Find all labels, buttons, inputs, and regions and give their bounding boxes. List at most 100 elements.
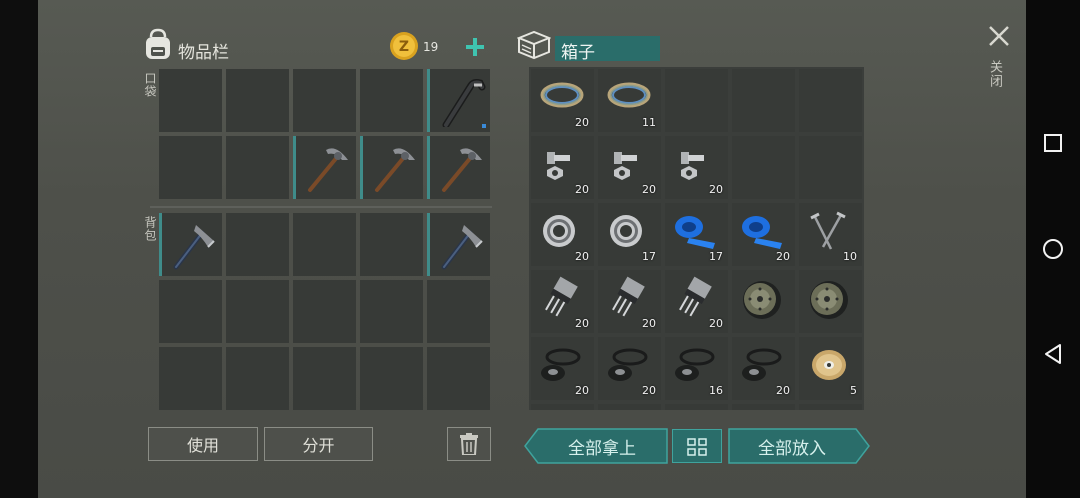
box-slot-bolts[interactable]: 20	[665, 136, 728, 199]
take-all-button[interactable]: 全部拿上	[538, 429, 666, 463]
box-slot-bearing[interactable]: 17	[598, 203, 661, 266]
pickaxe-icon	[442, 148, 482, 192]
pocket-slot[interactable]	[293, 69, 356, 132]
box-slot-transistor[interactable]: 20	[665, 270, 728, 333]
item-count: 20	[575, 183, 589, 196]
item-count: 20	[642, 183, 656, 196]
item-count: 20	[709, 317, 723, 330]
rubber-seal-icon	[742, 348, 782, 381]
pocket-slot[interactable]	[159, 69, 222, 132]
item-count: 20	[642, 384, 656, 397]
pocket-slot[interactable]	[159, 136, 222, 199]
box-slot-seals[interactable]: 20	[732, 337, 795, 400]
backpack-slot[interactable]	[226, 347, 289, 410]
item-count: 20	[709, 183, 723, 196]
backpack-slot[interactable]	[159, 280, 222, 343]
box-slot[interactable]	[799, 404, 862, 410]
backpack-slot[interactable]	[427, 280, 490, 343]
box-slot-transistor[interactable]: 20	[531, 270, 594, 333]
item-count: 5	[850, 384, 857, 397]
use-button[interactable]: 使用	[148, 427, 258, 461]
backpack-slot[interactable]	[226, 213, 289, 276]
home-icon[interactable]	[1042, 238, 1064, 260]
box-slot[interactable]	[665, 69, 728, 132]
trash-icon	[460, 433, 478, 455]
backpack-slot[interactable]	[293, 280, 356, 343]
pocket-slot-pickaxe[interactable]	[293, 136, 356, 199]
split-button[interactable]: 分开	[264, 427, 373, 461]
pocket-slot[interactable]	[360, 69, 423, 132]
box-slot-motor[interactable]	[732, 270, 795, 333]
backpack-slot[interactable]	[360, 347, 423, 410]
box-slot-wire[interactable]: 11	[598, 69, 661, 132]
axe-icon	[173, 225, 215, 270]
box-slot-motor[interactable]	[799, 270, 862, 333]
box-grid: 20 11 20 20 20 20 17 17 20 10 20 20 20 2…	[529, 67, 864, 410]
backpack-slot[interactable]	[427, 347, 490, 410]
box-slot-transistor[interactable]: 20	[598, 270, 661, 333]
backpack-label: 背包	[143, 216, 157, 242]
box-slot-tape[interactable]: 20	[732, 203, 795, 266]
box-slot-seals[interactable]: 16	[665, 337, 728, 400]
backpack-slot[interactable]	[360, 213, 423, 276]
rubber-seal-icon	[608, 348, 648, 381]
box-slot[interactable]	[665, 404, 728, 410]
backpack-slot[interactable]	[293, 347, 356, 410]
box-slot[interactable]	[598, 404, 661, 410]
pocket-slot[interactable]	[226, 136, 289, 199]
backpack-slot[interactable]	[293, 213, 356, 276]
item-count: 17	[709, 250, 723, 263]
item-count: 11	[642, 116, 656, 129]
wire-coil-icon	[607, 82, 651, 108]
backpack-slot[interactable]	[159, 347, 222, 410]
wire-spool-icon	[812, 350, 846, 380]
box-slot-tape[interactable]: 17	[665, 203, 728, 266]
box-slot-seals[interactable]: 20	[598, 337, 661, 400]
plus-icon[interactable]	[466, 38, 484, 56]
pocket-slot-pickaxe[interactable]	[360, 136, 423, 199]
item-count: 20	[776, 384, 790, 397]
put-all-button[interactable]: 全部放入	[728, 429, 856, 463]
item-count: 20	[575, 317, 589, 330]
bearing-icon	[610, 215, 642, 247]
sort-button[interactable]	[672, 429, 722, 463]
duct-tape-icon	[742, 216, 782, 249]
box-slot[interactable]	[799, 69, 862, 132]
box-slot[interactable]	[799, 136, 862, 199]
box-slot[interactable]	[732, 404, 795, 410]
item-count: 20	[776, 250, 790, 263]
duct-tape-icon	[675, 216, 715, 249]
box-slot[interactable]	[732, 69, 795, 132]
back-icon[interactable]	[1043, 343, 1063, 365]
backpack-slot-axe[interactable]	[427, 213, 490, 276]
box-slot-nails[interactable]: 10	[799, 203, 862, 266]
item-count: 10	[843, 250, 857, 263]
box-slot-bolts[interactable]: 20	[531, 136, 594, 199]
coin-icon: Z	[390, 32, 418, 60]
item-count: 20	[642, 317, 656, 330]
close-icon[interactable]	[988, 25, 1010, 47]
pocket-slot-pickaxe[interactable]	[427, 136, 490, 199]
box-slot-bolts[interactable]: 20	[598, 136, 661, 199]
backpack-slot[interactable]	[226, 280, 289, 343]
coin-count: 19	[423, 40, 439, 54]
box-slot-wire-spool[interactable]: 5	[799, 337, 862, 400]
box-slot-wire[interactable]: 20	[531, 69, 594, 132]
box-slot[interactable]	[531, 404, 594, 410]
trash-button[interactable]	[447, 427, 491, 461]
rubber-seal-icon	[541, 348, 581, 381]
recent-apps-icon[interactable]	[1043, 133, 1063, 153]
section-divider	[150, 206, 492, 208]
box-slot-seals[interactable]: 20	[531, 337, 594, 400]
backpack-slot[interactable]	[360, 280, 423, 343]
crowbar-icon	[442, 79, 486, 127]
box-slot[interactable]	[732, 136, 795, 199]
backpack-slot-axe[interactable]	[159, 213, 222, 276]
pocket-slot-crowbar[interactable]	[427, 69, 490, 132]
close-label[interactable]: 关闭	[987, 60, 1004, 88]
box-slot-bearing[interactable]: 20	[531, 203, 594, 266]
bolt-nut-icon	[614, 152, 637, 180]
pocket-label: 口袋	[143, 72, 157, 98]
pocket-slot[interactable]	[226, 69, 289, 132]
box-name-field[interactable]: 箱子	[555, 36, 660, 63]
